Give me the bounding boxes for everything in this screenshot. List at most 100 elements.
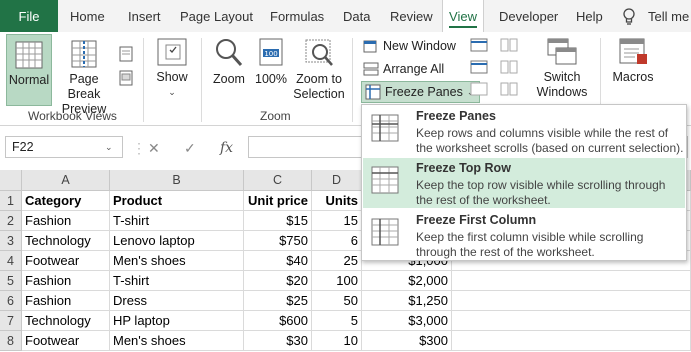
column-header-c[interactable]: C bbox=[244, 170, 312, 191]
split-icon[interactable] bbox=[470, 38, 488, 52]
cell-a-8[interactable]: Footwear bbox=[22, 331, 110, 351]
cell-b-1[interactable]: Product bbox=[110, 191, 244, 211]
custom-views-icon[interactable] bbox=[119, 70, 133, 86]
row-header[interactable]: 5 bbox=[0, 271, 22, 291]
tab-home[interactable]: Home bbox=[70, 0, 105, 32]
cell-f-8[interactable] bbox=[452, 331, 691, 351]
freeze-panes-icon bbox=[365, 84, 381, 100]
cell-f-7[interactable] bbox=[452, 311, 691, 331]
cell-c-6[interactable]: $25 bbox=[244, 291, 312, 311]
show-button[interactable]: Show ⌄ bbox=[152, 37, 192, 100]
tab-page-layout[interactable]: Page Layout bbox=[180, 0, 253, 32]
enter-check-icon[interactable]: ✓ bbox=[184, 140, 196, 157]
view-side-by-side-icon[interactable] bbox=[500, 38, 518, 52]
cell-c-4[interactable]: $40 bbox=[244, 251, 312, 271]
row-header[interactable]: 8 bbox=[0, 331, 22, 351]
cell-a-3[interactable]: Technology bbox=[22, 231, 110, 251]
column-header-d[interactable]: D bbox=[312, 170, 362, 191]
freeze-panes-button[interactable]: Freeze Panes ⌄ bbox=[361, 81, 481, 103]
cell-a-2[interactable]: Fashion bbox=[22, 211, 110, 231]
cell-c-3[interactable]: $750 bbox=[244, 231, 312, 251]
cell-b-4[interactable]: Men's shoes bbox=[110, 251, 244, 271]
macros-icon bbox=[619, 38, 647, 64]
unhide-icon[interactable] bbox=[470, 82, 488, 96]
cell-b-8[interactable]: Men's shoes bbox=[110, 331, 244, 351]
cell-c-8[interactable]: $30 bbox=[244, 331, 312, 351]
zoom-selection-label-2: Selection bbox=[293, 87, 345, 101]
switch-windows-icon bbox=[547, 38, 577, 65]
cell-c-2[interactable]: $15 bbox=[244, 211, 312, 231]
cell-a-1[interactable]: Category bbox=[22, 191, 110, 211]
new-window-button[interactable]: New Window bbox=[363, 36, 456, 56]
freeze-first-column-title: Freeze First Column bbox=[416, 213, 537, 227]
tab-insert[interactable]: Insert bbox=[128, 0, 161, 32]
menu-item-freeze-panes[interactable]: Freeze Panes Keep rows and columns visib… bbox=[363, 106, 685, 156]
zoom-button[interactable]: Zoom bbox=[208, 37, 250, 87]
row-header[interactable]: 1 bbox=[0, 191, 22, 211]
menu-item-freeze-first-column[interactable]: Freeze First Column Keep the first colum… bbox=[363, 210, 685, 260]
cell-d-3[interactable]: 6 bbox=[312, 231, 362, 251]
normal-view-button[interactable]: Normal bbox=[6, 34, 52, 106]
row-header[interactable]: 4 bbox=[0, 251, 22, 271]
reset-window-position-icon[interactable] bbox=[500, 82, 518, 96]
cell-a-4[interactable]: Footwear bbox=[22, 251, 110, 271]
cell-f-5[interactable] bbox=[452, 271, 691, 291]
cell-a-5[interactable]: Fashion bbox=[22, 271, 110, 291]
lightbulb-icon[interactable] bbox=[618, 6, 640, 28]
cell-c-7[interactable]: $600 bbox=[244, 311, 312, 331]
hide-icon[interactable] bbox=[470, 60, 488, 74]
tab-file[interactable]: File bbox=[0, 0, 58, 32]
cell-c-5[interactable]: $20 bbox=[244, 271, 312, 291]
select-all-corner[interactable] bbox=[0, 170, 22, 191]
menu-item-freeze-top-row[interactable]: Freeze Top Row Keep the top row visible … bbox=[363, 158, 685, 208]
cell-c-1[interactable]: Unit price bbox=[244, 191, 312, 211]
zoom-label: Zoom bbox=[213, 72, 245, 86]
zoom-selection-icon bbox=[305, 39, 333, 66]
row-header[interactable]: 7 bbox=[0, 311, 22, 331]
switch-windows-button[interactable]: Switch Windows bbox=[530, 37, 594, 100]
cell-d-1[interactable]: Units bbox=[312, 191, 362, 211]
arrange-all-button[interactable]: Arrange All bbox=[363, 59, 444, 79]
cell-e-6[interactable]: $1,250 bbox=[362, 291, 452, 311]
cell-b-5[interactable]: T-shirt bbox=[110, 271, 244, 291]
row-header[interactable]: 3 bbox=[0, 231, 22, 251]
page-break-preview-button[interactable]: Page Break Preview bbox=[53, 39, 115, 117]
workbook-views-group-label: Workbook Views bbox=[28, 109, 117, 123]
cell-e-5[interactable]: $2,000 bbox=[362, 271, 452, 291]
zoom-100-button[interactable]: 100 100% bbox=[254, 37, 288, 87]
tell-me-search[interactable]: Tell me bbox=[648, 0, 689, 32]
cell-a-6[interactable]: Fashion bbox=[22, 291, 110, 311]
cell-d-5[interactable]: 100 bbox=[312, 271, 362, 291]
synchronous-scrolling-icon[interactable] bbox=[500, 60, 518, 74]
zoom-to-selection-button[interactable]: Zoom to Selection bbox=[292, 37, 346, 102]
cell-b-7[interactable]: HP laptop bbox=[110, 311, 244, 331]
insert-function-icon[interactable]: fx bbox=[220, 140, 233, 156]
cell-b-6[interactable]: Dress bbox=[110, 291, 244, 311]
tab-data[interactable]: Data bbox=[343, 0, 370, 32]
cell-d-7[interactable]: 5 bbox=[312, 311, 362, 331]
page-layout-view-icon[interactable] bbox=[119, 46, 133, 62]
cell-e-8[interactable]: $300 bbox=[362, 331, 452, 351]
macros-button[interactable]: Macros bbox=[608, 37, 658, 85]
row-header[interactable]: 6 bbox=[0, 291, 22, 311]
freeze-top-row-description: Keep the top row visible while scrolling… bbox=[416, 178, 666, 207]
column-header-a[interactable]: A bbox=[22, 170, 110, 191]
cell-e-7[interactable]: $3,000 bbox=[362, 311, 452, 331]
tab-review[interactable]: Review bbox=[390, 0, 433, 32]
tab-formulas[interactable]: Formulas bbox=[270, 0, 324, 32]
tab-help[interactable]: Help bbox=[576, 0, 603, 32]
cell-b-3[interactable]: Lenovo laptop bbox=[110, 231, 244, 251]
cell-a-7[interactable]: Technology bbox=[22, 311, 110, 331]
cancel-icon[interactable]: ✕ bbox=[148, 140, 160, 157]
cell-d-2[interactable]: 15 bbox=[312, 211, 362, 231]
tab-view[interactable]: View bbox=[442, 0, 484, 32]
cell-b-2[interactable]: T-shirt bbox=[110, 211, 244, 231]
cell-f-6[interactable] bbox=[452, 291, 691, 311]
column-header-b[interactable]: B bbox=[110, 170, 244, 191]
row-header[interactable]: 2 bbox=[0, 211, 22, 231]
cell-d-6[interactable]: 50 bbox=[312, 291, 362, 311]
cell-d-8[interactable]: 10 bbox=[312, 331, 362, 351]
tab-developer[interactable]: Developer bbox=[499, 0, 558, 32]
cell-d-4[interactable]: 25 bbox=[312, 251, 362, 271]
chevron-down-icon[interactable]: ⌄ bbox=[105, 142, 113, 153]
